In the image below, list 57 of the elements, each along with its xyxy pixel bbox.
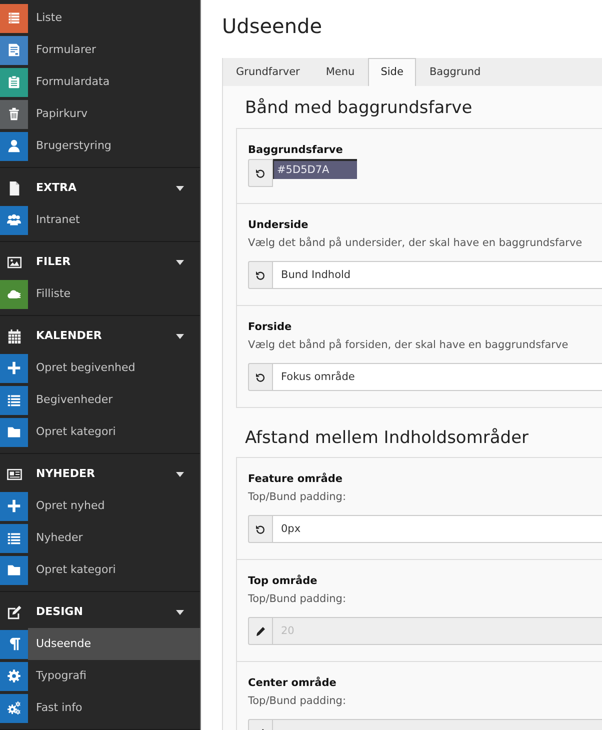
edit-button[interactable] <box>248 617 273 645</box>
sidebar-group-header[interactable]: NYHEDER <box>0 458 200 490</box>
field-description: Top/Bund padding: <box>248 490 347 504</box>
sidebar-group-header[interactable]: EXTRA <box>0 172 200 204</box>
field-description: Top/Bund padding: <box>248 592 347 606</box>
calendar-icon <box>6 328 22 344</box>
edit-icon <box>6 604 22 620</box>
reset-button[interactable] <box>248 261 273 289</box>
pencil-icon <box>255 626 266 636</box>
tab[interactable]: Grundfarver <box>223 58 313 86</box>
field-label: Baggrundsfarve <box>248 143 344 157</box>
tab[interactable]: Menu <box>312 58 368 86</box>
field-description: Top/Bund padding: <box>248 694 347 708</box>
page-title: Udseende <box>222 14 324 38</box>
field-label: Center område <box>248 676 338 690</box>
reset-button[interactable] <box>248 515 273 543</box>
section-heading: Bånd med baggrundsfarve <box>245 97 474 120</box>
sidebar-item[interactable]: Formularer <box>0 34 200 66</box>
field-label: Top område <box>248 574 318 588</box>
tab[interactable]: Baggrund <box>416 58 494 86</box>
sidebar-item[interactable]: Papirkurv <box>0 98 200 130</box>
sidebar-group-header[interactable]: DESIGN <box>0 596 200 628</box>
sidebar-item[interactable]: Filliste <box>0 278 200 310</box>
sidebar-item[interactable]: Opret kategori <box>0 416 200 448</box>
sidebar-item[interactable]: Intranet <box>0 204 200 236</box>
reset-icon <box>255 168 266 178</box>
reset-icon <box>255 524 266 534</box>
sidebar-group-header[interactable]: FILER <box>0 246 200 278</box>
sidebar-group-header[interactable]: KALENDER <box>0 320 200 352</box>
tab[interactable]: Side <box>368 58 416 86</box>
color-input[interactable]: #5D5D7A <box>273 159 357 179</box>
field-description: Vælg det bånd på forsiden, der skal have en baggrundsfarve <box>248 338 570 352</box>
image-icon <box>6 254 22 270</box>
newspaper-icon <box>6 466 22 482</box>
sidebar-item[interactable]: Liste <box>0 2 200 34</box>
input-field[interactable]: Bund Indhold <box>273 261 602 289</box>
field-label: Feature område <box>248 472 344 486</box>
section-heading: Afstand mellem Indholdsområder <box>245 427 530 450</box>
field-label: Forside <box>248 320 293 334</box>
sidebar-item[interactable]: Nyheder <box>0 522 200 554</box>
sidebar-item[interactable]: Brugerstyring <box>0 130 200 162</box>
sidebar-item[interactable]: Udseende <box>0 628 200 660</box>
input-field[interactable]: 0px <box>273 515 602 543</box>
reset-icon <box>255 270 266 280</box>
reset-button[interactable] <box>248 363 273 391</box>
sidebar-item[interactable]: Begivenheder <box>0 384 200 416</box>
reset-icon <box>255 372 266 382</box>
reset-button[interactable] <box>248 159 273 187</box>
sidebar-item[interactable]: Opret begivenhed <box>0 352 200 384</box>
sidebar-item[interactable]: Opret nyhed <box>0 490 200 522</box>
sidebar-item[interactable]: Fast info <box>0 692 200 724</box>
sidebar-item[interactable]: Formulardata <box>0 66 200 98</box>
sidebar-item[interactable]: Typografi <box>0 660 200 692</box>
input-field[interactable]: Fokus område <box>273 363 602 391</box>
field-description: Vælg det bånd på undersider, der skal have en baggrundsfarve <box>248 236 584 250</box>
sidebar-item[interactable]: Opret kategori <box>0 554 200 586</box>
field-label: Underside <box>248 218 310 232</box>
